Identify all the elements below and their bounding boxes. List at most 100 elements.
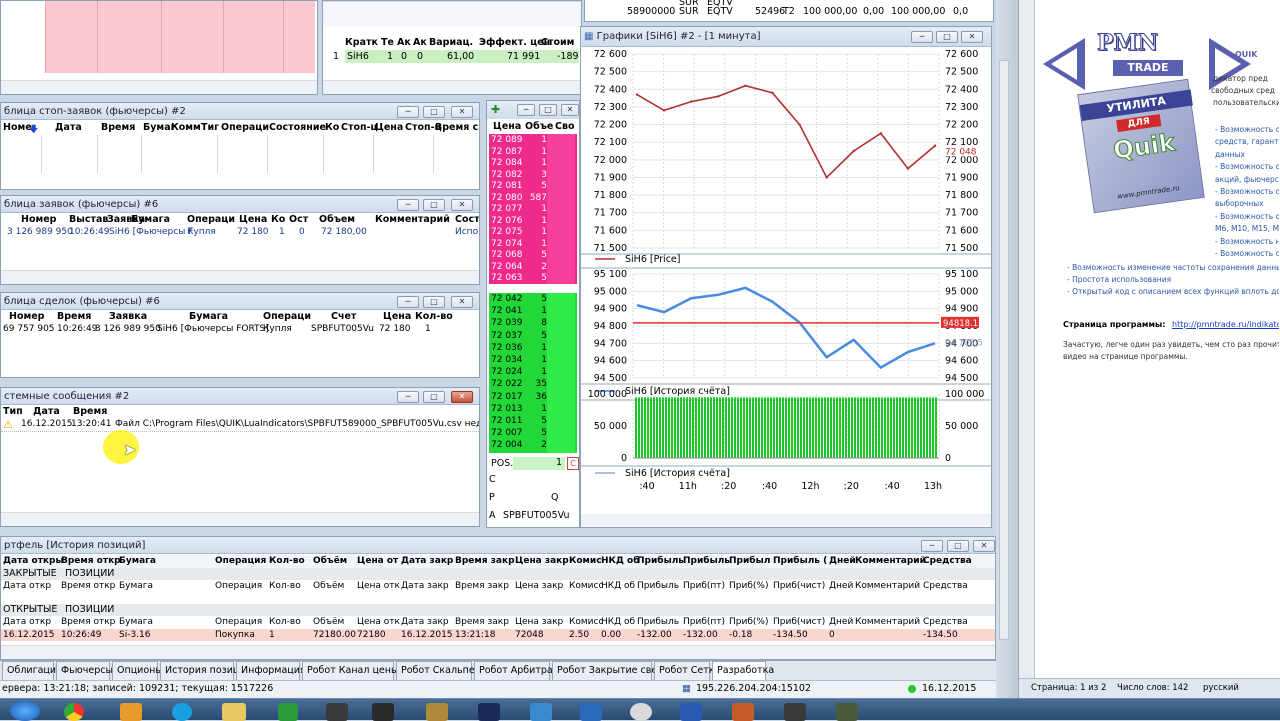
message-row[interactable]: ⚠ 16.12.2015 13:20:41 Файл C:\Program Fi… (1, 418, 479, 432)
bid-price[interactable]: 72 022 (491, 379, 523, 389)
ask-price[interactable]: 72 081 (491, 181, 523, 191)
tab[interactable]: Робот Сетка (654, 661, 720, 680)
ask-price[interactable]: 72 064 (491, 262, 523, 272)
outlook-icon[interactable] (120, 703, 142, 721)
bid-price[interactable]: 72 007 (491, 428, 523, 438)
summary-row[interactable]: 1 SiH6 1 0 0 61,00 71 991 -189 (329, 50, 579, 63)
volume-bar (806, 397, 808, 458)
volume-bar (779, 397, 781, 458)
ask-price[interactable]: 72 077 (491, 204, 523, 214)
bid-price[interactable]: 72 013 (491, 404, 523, 414)
skype-icon[interactable] (172, 703, 192, 721)
bid-price[interactable]: 72 024 (491, 367, 523, 377)
ask-price[interactable]: 72 080 (491, 193, 523, 203)
bid-price[interactable]: 72 042 (491, 294, 523, 304)
quik-icon[interactable] (278, 703, 298, 721)
orders-row[interactable]: 3 126 989 950 10:26:49 SiH6 [Фьючерсы F … (1, 227, 479, 239)
open-position-row[interactable]: 16.12.2015 10:26:49 Si-3.16 Покупка 1 72180.0… (1, 629, 995, 641)
ask-price[interactable]: 72 082 (491, 170, 523, 180)
maximize-button[interactable]: □ (423, 296, 445, 308)
cell: Приб(%) (729, 581, 769, 591)
tab[interactable]: Робот Арбитраж (474, 661, 561, 680)
add-icon[interactable]: ✚ (491, 103, 500, 116)
close-button[interactable]: ✕ (451, 199, 473, 211)
ask-price[interactable]: 72 084 (491, 158, 523, 168)
minimize-button[interactable]: ─ (397, 106, 419, 118)
tab[interactable]: История позиций (160, 661, 252, 680)
program-link[interactable]: http://pmntrade.ru/indikator_acc (1172, 320, 1279, 329)
maximize-button[interactable]: □ (423, 391, 445, 403)
horizontal-scrollbar[interactable] (1, 512, 479, 526)
maximize-button[interactable]: □ (947, 540, 969, 552)
tab[interactable]: Облигации (2, 661, 62, 680)
close-button[interactable]: ✕ (451, 296, 473, 308)
tab[interactable]: Робот Закрытие свечи (552, 661, 669, 680)
horizontal-scrollbar[interactable] (1, 270, 479, 284)
bid-price[interactable]: 72 041 (491, 306, 523, 316)
portfolio-titlebar[interactable]: ртфель [История позиций] (1, 537, 995, 554)
messages-header: Тип Дата Время (3, 406, 108, 417)
horizontal-scrollbar[interactable] (1, 645, 995, 659)
ask-price[interactable]: 72 076 (491, 216, 523, 226)
ask-price[interactable]: 72 087 (491, 147, 523, 157)
player-icon[interactable] (580, 703, 602, 721)
app4-icon[interactable] (784, 703, 806, 721)
media-icon[interactable] (326, 703, 348, 721)
tab[interactable]: Робот Скальпер (396, 661, 481, 680)
tab[interactable]: Робот Канал цены (302, 661, 398, 680)
maximize-button[interactable]: □ (936, 31, 958, 43)
account-field[interactable]: SPBFUT005Vu (503, 510, 570, 521)
folder-icon[interactable] (222, 703, 246, 721)
ask-price[interactable]: 72 089 (491, 135, 523, 145)
minimize-button[interactable]: ─ (921, 540, 943, 552)
bid-price[interactable]: 72 004 (491, 440, 523, 450)
maximize-button[interactable]: □ (423, 106, 445, 118)
trades-row[interactable]: 69 757 905 10:26:49 3 126 989 950 SiH6 [… (1, 324, 479, 336)
volume-bar (815, 397, 817, 458)
minimize-button[interactable]: ─ (397, 296, 419, 308)
tab[interactable]: Опционы (112, 661, 163, 680)
minimize-button[interactable]: ─ (397, 199, 419, 211)
video-icon[interactable] (372, 703, 394, 721)
minimize-button[interactable]: ─ (517, 104, 535, 116)
horizontal-scrollbar[interactable] (1, 80, 317, 94)
close-button[interactable]: ✕ (451, 106, 473, 118)
minimize-button[interactable]: ─ (397, 391, 419, 403)
bid-price[interactable]: 72 034 (491, 355, 523, 365)
tab[interactable]: Фьючерсы (56, 661, 113, 680)
ask-price[interactable]: 72 068 (491, 250, 523, 260)
archive-icon[interactable] (426, 703, 448, 721)
app-icon[interactable] (530, 703, 552, 721)
start-button-icon[interactable] (10, 701, 40, 721)
word-icon[interactable] (680, 703, 702, 721)
maximize-button[interactable]: □ (423, 199, 445, 211)
ask-price[interactable]: 72 075 (491, 227, 523, 237)
close-button[interactable]: ✕ (973, 540, 995, 552)
chrome-icon[interactable] (64, 703, 84, 721)
ask-price[interactable]: 72 063 (491, 273, 523, 283)
bid-price[interactable]: 72 039 (491, 318, 523, 328)
summary-scrollbar[interactable] (323, 80, 581, 94)
ruler (1019, 0, 1035, 678)
app3-icon[interactable] (732, 703, 754, 721)
close-button[interactable]: ✕ (561, 104, 579, 116)
bid-price[interactable]: 72 017 (491, 392, 523, 402)
minimize-button[interactable]: ─ (911, 31, 933, 43)
close-button[interactable]: ✕ (961, 31, 983, 43)
price-chart[interactable]: 72 600 72 600 72 500 72 500 72 400 72 400 72 3… (581, 48, 991, 527)
app5-icon[interactable] (836, 703, 858, 721)
clear-button[interactable]: C (567, 457, 579, 470)
close-button[interactable]: ✕ (451, 391, 473, 403)
vertical-scrollbar[interactable] (999, 60, 1009, 640)
chart-scrollbar[interactable] (581, 514, 991, 526)
photoshop-icon[interactable] (478, 703, 500, 721)
app2-icon[interactable] (630, 703, 652, 721)
bid-price[interactable]: 72 037 (491, 331, 523, 341)
bid-price[interactable]: 72 036 (491, 343, 523, 353)
maximize-button[interactable]: □ (539, 104, 557, 116)
volume-bar (719, 397, 721, 458)
tab[interactable]: Разработка (712, 661, 774, 680)
bid-price[interactable]: 72 011 (491, 416, 523, 426)
ask-price[interactable]: 72 074 (491, 239, 523, 249)
tab[interactable]: Информация (236, 661, 306, 680)
